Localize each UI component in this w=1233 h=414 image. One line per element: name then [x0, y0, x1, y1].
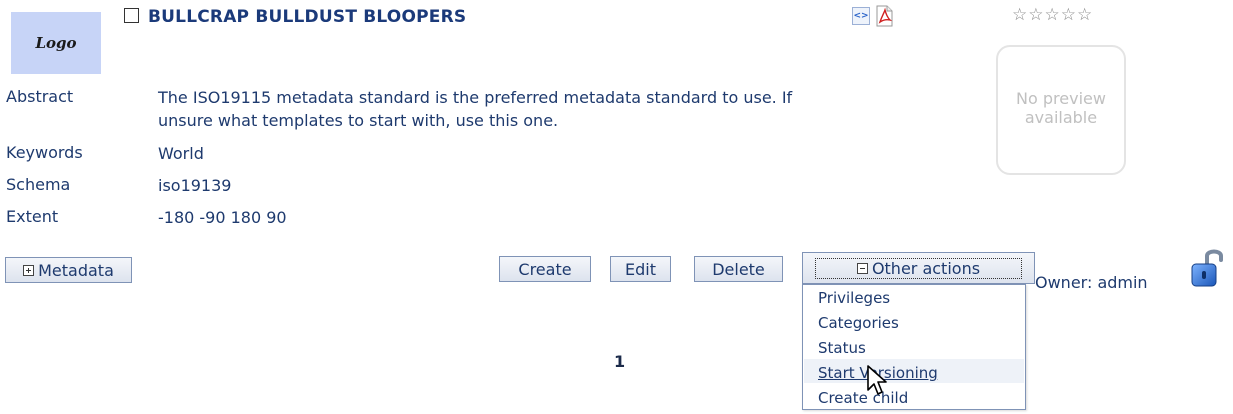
preview-text-line2: available [1024, 108, 1098, 127]
extent-value: -180 -90 180 90 [158, 208, 287, 227]
keywords-value[interactable]: World [158, 142, 204, 165]
create-button[interactable]: Create [499, 256, 591, 282]
other-actions-menu: Privileges Categories Status Start Versi… [802, 284, 1026, 410]
schema-value: iso19139 [158, 176, 232, 195]
menu-item-privileges[interactable]: Privileges [818, 289, 890, 307]
preview-thumbnail: No preview available [996, 45, 1126, 175]
mouse-pointer-icon [867, 365, 887, 395]
pagination-page-1[interactable]: 1 [614, 352, 625, 371]
xml-export-icon[interactable]: <> [852, 7, 870, 25]
pdf-export-icon[interactable] [874, 5, 894, 27]
other-actions-button[interactable]: Other actions [802, 252, 1035, 284]
metadata-toggle-label: Metadata [38, 260, 114, 280]
edit-button[interactable]: Edit [610, 256, 671, 282]
rating-stars[interactable]: ☆☆☆☆☆ [1012, 5, 1093, 25]
other-actions-label: Other actions [871, 258, 981, 278]
extent-label: Extent [6, 207, 59, 226]
preview-text-line1: No preview [1016, 89, 1106, 108]
metadata-toggle-button[interactable]: Metadata [5, 257, 132, 283]
keywords-label: Keywords [6, 143, 83, 162]
menu-item-create-child[interactable]: Create child [818, 389, 908, 407]
schema-label: Schema [6, 175, 71, 194]
abstract-value: The ISO19115 metadata standard is the pr… [158, 86, 918, 132]
record-logo: Logo [11, 12, 101, 74]
menu-item-status[interactable]: Status [818, 339, 866, 357]
unlocked-padlock-icon[interactable] [1190, 246, 1226, 288]
logo-text: Logo [35, 34, 77, 52]
abstract-line1: The ISO19115 metadata standard is the pr… [158, 88, 793, 107]
collapse-icon [856, 262, 868, 274]
menu-item-categories[interactable]: Categories [818, 314, 899, 332]
abstract-line2: unsure what templates to start with, use… [158, 111, 559, 130]
expand-icon [23, 264, 35, 276]
owner-text: Owner: admin [1035, 273, 1148, 292]
abstract-label: Abstract [6, 87, 74, 106]
select-record-checkbox[interactable] [124, 8, 139, 23]
record-title[interactable]: BULLCRAP BULLDUST BLOOPERS [148, 7, 466, 27]
delete-button[interactable]: Delete [694, 256, 783, 282]
